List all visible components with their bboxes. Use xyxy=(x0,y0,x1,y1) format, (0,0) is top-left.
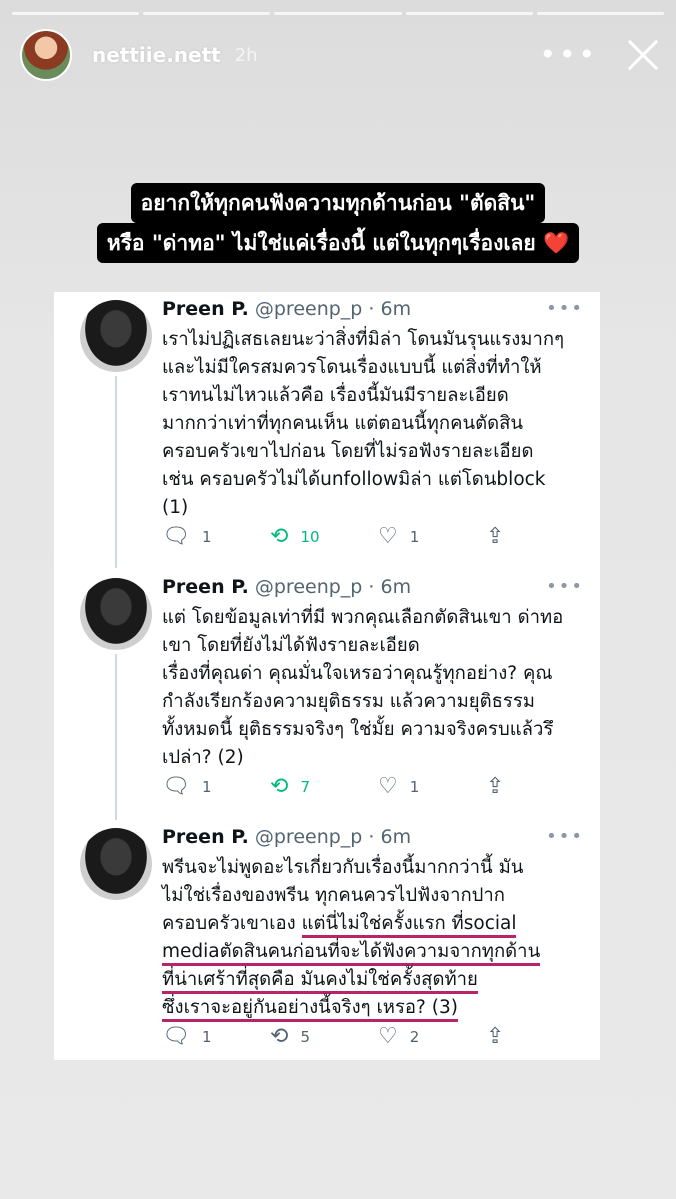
highlighted-text: ที่น่าเศร้าที่สุดคือ มันคงไม่ใช่ครั้งสุด… xyxy=(162,969,478,994)
like-button: ♡ 1 xyxy=(378,526,486,548)
like-count: 1 xyxy=(409,778,420,796)
retweet-count: 10 xyxy=(300,528,320,546)
tweet-line: เรื่องที่คุณด่า คุณมั่นใจเหรอว่าคุณรู้ทุ… xyxy=(162,663,553,684)
heart-emoji: ❤️ xyxy=(543,231,570,255)
tweet-header: Preen P. @preenp_p · 6m xyxy=(162,576,411,598)
reply-icon: 🗨 xyxy=(162,524,190,549)
tweet-actions: 🗨 1 ⟲ 10 ♡ 1 ⇪ xyxy=(162,526,522,548)
like-count: 1 xyxy=(409,528,420,546)
tweet-header: Preen P. @preenp_p · 6m xyxy=(162,298,411,320)
story-header: nettiie.nett 2h ••• xyxy=(20,28,660,82)
caption-line-1: อยากให้ทุกคนฟังความทุกด้านก่อน "ตัดสิน" xyxy=(130,183,546,223)
retweet-button: ⟲ 10 xyxy=(270,526,378,548)
tweet-line: และไม่มีใครสมควรโดนเรื่องแบบนี้ แต่สิ่งท… xyxy=(162,357,542,378)
author-handle: @preenp_p · 6m xyxy=(254,826,412,848)
tweet-line: มากกว่าเท่าที่ทุกคนเห็น แต่ตอนนี้ทุกคนตั… xyxy=(162,413,524,434)
reply-icon: 🗨 xyxy=(162,1024,190,1049)
thread-connector xyxy=(115,376,117,568)
tweet-line: mediaตัดสินคนก่อนที่จะได้ฟังความจากทุกด้… xyxy=(162,938,586,966)
tweet-text: พรีนจะไม่พูดอะไรเกี่ยวกับเรื่องนี้มากกว่… xyxy=(162,854,586,1022)
reply-icon: 🗨 xyxy=(162,774,190,799)
highlighted-text: mediaตัดสินคนก่อนที่จะได้ฟังความจากทุกด้… xyxy=(162,941,541,966)
tweet-line: ที่น่าเศร้าที่สุดคือ มันคงไม่ใช่ครั้งสุด… xyxy=(162,966,586,994)
author-name: Preen P. xyxy=(162,826,249,848)
caption-text-2: หรือ "ด่าทอ" ไม่ใช่แค่เรื่องนี้ แต่ในทุก… xyxy=(106,231,536,255)
tweet-line: ไม่ใช่เรื่องของพรีน ทุกคนควรไปฟังจากปาก xyxy=(162,885,505,906)
like-icon: ♡ xyxy=(378,1024,398,1049)
tweet-line: ครอบครัวเขาเอง แต่นี่ไม่ใช่ครั้งแรก ที่s… xyxy=(162,910,586,938)
like-icon: ♡ xyxy=(378,774,398,799)
progress-segment xyxy=(405,12,533,15)
retweet-button: ⟲ 7 xyxy=(270,776,378,798)
post-time: 2h xyxy=(234,44,258,66)
tweet-line: เปล่า? (2) xyxy=(162,747,244,768)
tweet-line: พรีนจะไม่พูดอะไรเกี่ยวกับเรื่องนี้มากกว่… xyxy=(162,857,524,878)
retweet-count: 7 xyxy=(300,778,310,796)
avatar[interactable] xyxy=(20,29,72,81)
author-handle: @preenp_p · 6m xyxy=(254,298,412,320)
progress-segment xyxy=(536,12,665,15)
retweet-count: 5 xyxy=(300,1028,310,1046)
reply-count: 1 xyxy=(201,1028,212,1046)
like-count: 2 xyxy=(409,1028,420,1046)
tweet-line: เราทนไม่ไหวแล้วคือ เรื่องนี้มันมีรายละเอ… xyxy=(162,385,509,406)
story-progress xyxy=(12,12,665,15)
progress-segment xyxy=(143,12,271,15)
share-icon: ⇪ xyxy=(486,774,505,799)
retweet-icon: ⟲ xyxy=(270,1024,289,1049)
tweet-text: เราไม่ปฏิเสธเลยนะว่าสิ่งที่มิล่า โดนมันร… xyxy=(162,326,586,522)
reply-count: 1 xyxy=(201,778,212,796)
more-icon: ••• xyxy=(546,576,584,597)
thread-connector xyxy=(115,654,117,820)
reply-button: 🗨 1 xyxy=(162,526,270,548)
progress-segment xyxy=(274,12,402,15)
more-icon: ••• xyxy=(546,826,584,847)
tweet-text: แต่ โดยข้อมูลเท่าที่มี พวกคุณเลือกตัดสิน… xyxy=(162,604,586,772)
author-name: Preen P. xyxy=(162,576,249,598)
like-button: ♡ 2 xyxy=(378,1026,486,1048)
tweet-line: กำลังเรียกร้องความยุติธรรม แล้วความยุติธ… xyxy=(162,691,535,712)
avatar xyxy=(80,578,152,650)
like-icon: ♡ xyxy=(378,524,398,549)
author-name: Preen P. xyxy=(162,298,249,320)
caption-line-2: หรือ "ด่าทอ" ไม่ใช่แค่เรื่องนี้ แต่ในทุก… xyxy=(96,223,580,263)
close-icon[interactable] xyxy=(626,38,660,72)
story-viewer: nettiie.nett 2h ••• อยากให้ทุกคนฟังความท… xyxy=(0,0,676,1199)
tweet-actions: 🗨 1 ⟲ 7 ♡ 1 ⇪ xyxy=(162,776,522,798)
tweet-actions: 🗨 1 ⟲ 5 ♡ 2 ⇪ xyxy=(162,1026,522,1048)
tweet-text-plain: ครอบครัวเขาเอง xyxy=(162,913,302,934)
more-icon: ••• xyxy=(546,298,584,319)
reply-button: 🗨 1 xyxy=(162,776,270,798)
tweet-line: ครอบครัวเขาไปก่อน โดยที่ไม่รอฟังรายละเอี… xyxy=(162,441,534,462)
more-icon[interactable]: ••• xyxy=(539,41,598,69)
highlighted-text: ซึ่งเราจะอยู่กันอย่างนี้จริงๆ เหรอ? (3) xyxy=(162,997,458,1022)
tweet-header: Preen P. @preenp_p · 6m xyxy=(162,826,411,848)
reply-count: 1 xyxy=(201,528,212,546)
tweet-line: เช่น ครอบครัวไม่ได้unfollowมิล่า แต่โดนb… xyxy=(162,469,546,490)
tweet-line: เราไม่ปฏิเสธเลยนะว่าสิ่งที่มิล่า โดนมันร… xyxy=(162,329,565,350)
progress-segment xyxy=(12,12,140,15)
tweet-line: (1) xyxy=(162,497,189,518)
tweet-line: ทั้งหมดนี้ ยุติธรรมจริงๆ ใช่มั้ย ความจริ… xyxy=(162,719,554,740)
like-button: ♡ 1 xyxy=(378,776,486,798)
tweet-line: ซึ่งเราจะอยู่กันอย่างนี้จริงๆ เหรอ? (3) xyxy=(162,994,586,1022)
share-icon: ⇪ xyxy=(486,1024,505,1049)
username[interactable]: nettiie.nett xyxy=(92,43,221,67)
retweet-icon: ⟲ xyxy=(270,774,289,799)
author-handle: @preenp_p · 6m xyxy=(254,576,412,598)
tweet-thread-card: Preen P. @preenp_p · 6m ••• เราไม่ปฏิเสธเ… xyxy=(54,292,600,1060)
avatar xyxy=(80,828,152,900)
tweet-line: แต่ โดยข้อมูลเท่าที่มี พวกคุณเลือกตัดสิน… xyxy=(162,607,564,628)
reply-button: 🗨 1 xyxy=(162,1026,270,1048)
tweet-line: เขา โดยที่ยังไม่ได้ฟังรายละเอียด xyxy=(162,635,420,656)
retweet-button: ⟲ 5 xyxy=(270,1026,378,1048)
share-icon: ⇪ xyxy=(486,524,505,549)
highlighted-text: แต่นี่ไม่ใช่ครั้งแรก ที่social xyxy=(301,913,517,938)
caption-text-1: อยากให้ทุกคนฟังความทุกด้านก่อน "ตัดสิน" xyxy=(140,191,536,215)
retweet-icon: ⟲ xyxy=(270,524,289,549)
story-caption: อยากให้ทุกคนฟังความทุกด้านก่อน "ตัดสิน" … xyxy=(0,183,676,263)
avatar xyxy=(80,300,152,372)
